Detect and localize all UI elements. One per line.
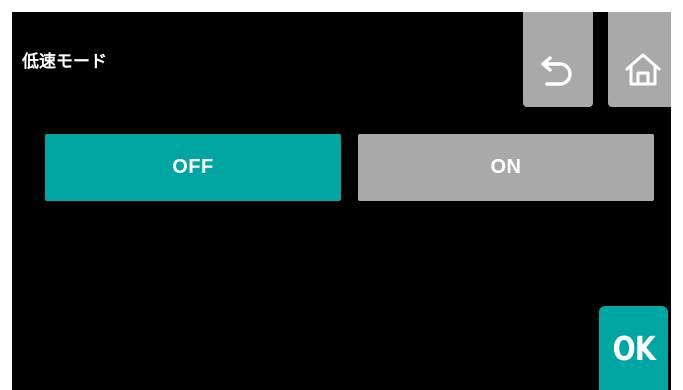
off-option-label: OFF: [172, 156, 214, 178]
undo-arrow-icon: [541, 52, 575, 88]
back-button[interactable]: [523, 12, 593, 107]
on-option-button[interactable]: ON: [358, 134, 654, 201]
off-option-button[interactable]: OFF: [45, 134, 341, 201]
page-title: 低速モード: [22, 52, 107, 72]
ok-button-label: OK: [612, 328, 655, 368]
on-option-label: ON: [490, 156, 522, 178]
ok-button[interactable]: OK: [599, 306, 668, 390]
low-speed-mode-screen: 低速モード OFF ON OK: [12, 12, 671, 390]
home-button[interactable]: [608, 12, 671, 107]
home-icon: [623, 51, 663, 89]
